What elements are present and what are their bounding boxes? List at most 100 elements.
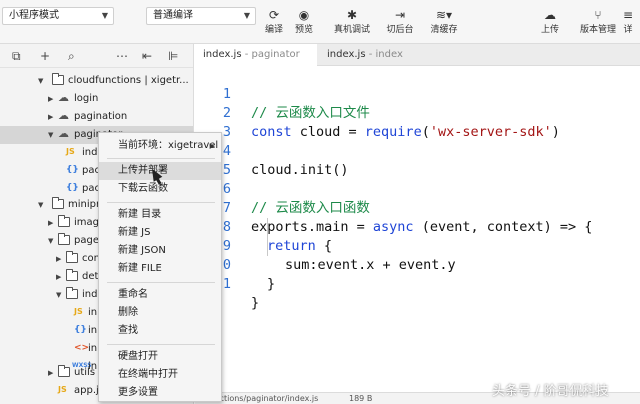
menu-item-new-directory[interactable]: 新建 目录 bbox=[99, 206, 221, 224]
chevron-right-icon: ▶ bbox=[209, 142, 215, 150]
cloud-icon: ☁ bbox=[58, 127, 69, 140]
code-editor[interactable]: 1 // 云函数入口文件 2 const cloud = require('wx… bbox=[195, 66, 640, 392]
chevron-down-icon: ▼ bbox=[38, 77, 44, 85]
tab-label: index.js bbox=[203, 49, 242, 60]
more-icon[interactable]: ⋯ bbox=[116, 48, 128, 64]
menu-item-more-settings[interactable]: 更多设置 bbox=[99, 384, 221, 402]
menu-item-open-terminal[interactable]: 在终端中打开 bbox=[99, 366, 221, 384]
tree-item-label: pagination bbox=[74, 111, 128, 122]
collapse-icon[interactable]: ⇤ bbox=[142, 48, 152, 64]
menu-item-new-json[interactable]: 新建 JSON bbox=[99, 242, 221, 260]
menu-item-label: 删除 bbox=[118, 307, 138, 318]
mode-select[interactable]: 小程序模式 ▼ bbox=[2, 7, 114, 25]
search-icon[interactable]: ⌕ bbox=[68, 48, 75, 64]
remote-debug-label: 真机调试 bbox=[333, 25, 370, 35]
menu-item-label: 更多设置 bbox=[118, 387, 158, 398]
chevron-right-icon: ▶ bbox=[56, 273, 62, 281]
switch-background-icon: ⇥ bbox=[394, 8, 406, 22]
split-icon[interactable]: ⊫ bbox=[168, 48, 178, 64]
background-label: 切后台 bbox=[386, 25, 414, 35]
version-management-label: 版本管理 bbox=[579, 25, 616, 35]
js-file-icon: JS bbox=[66, 147, 75, 156]
tab-sublabel: - paginator bbox=[241, 49, 300, 60]
menu-item-new-file[interactable]: 新建 FILE bbox=[99, 260, 221, 278]
compile-mode-select[interactable]: 普通编译 ▼ bbox=[146, 7, 256, 25]
tree-item-label: utils bbox=[74, 367, 96, 378]
remote-debug-button[interactable]: ✱ 真机调试 bbox=[332, 6, 372, 36]
code-line: 1 // 云函数入口文件 bbox=[195, 66, 370, 121]
code-plain: { bbox=[315, 238, 333, 254]
code-keyword: const bbox=[251, 124, 292, 140]
menu-item-delete[interactable]: 删除 bbox=[99, 304, 221, 322]
markup-file-icon: <> bbox=[74, 343, 90, 353]
chevron-right-icon: ▶ bbox=[48, 95, 54, 103]
code-text: cloud.init() bbox=[251, 162, 349, 178]
folder-icon bbox=[66, 269, 78, 281]
chevron-down-icon: ▼ bbox=[38, 201, 44, 209]
tree-item-label: login bbox=[74, 93, 99, 104]
code-text: } bbox=[267, 276, 276, 292]
tree-item-label: cloudfunctions | xigetr... bbox=[68, 75, 189, 86]
watermark: 头条号 / 阶哥侃科技 bbox=[492, 384, 609, 399]
menu-item-open-disk[interactable]: 硬盘打开 bbox=[99, 348, 221, 366]
code-plain: (event, context) => { bbox=[413, 219, 593, 235]
chevron-down-icon: ▼ bbox=[56, 291, 62, 299]
menu-icon: ≡ bbox=[622, 8, 634, 22]
json-file-icon: {} bbox=[74, 325, 87, 335]
preview-button[interactable]: ◉ 预览 bbox=[284, 6, 324, 36]
code-plain: ) bbox=[551, 124, 560, 140]
folder-icon bbox=[52, 73, 64, 85]
layers-icon: ≋▾ bbox=[435, 8, 453, 22]
background-button[interactable]: ⇥ 切后台 bbox=[380, 6, 420, 36]
version-management-button[interactable]: ⑂ 版本管理 bbox=[578, 6, 618, 36]
code-text: sum:event.x + event.y bbox=[285, 257, 456, 273]
menu-item-current-env[interactable]: 当前环境：xigetravel ▶ bbox=[99, 137, 221, 155]
details-button[interactable]: ≡ 详 bbox=[616, 6, 640, 36]
folder-icon bbox=[58, 365, 70, 377]
menu-separator bbox=[107, 158, 215, 159]
folder-icon bbox=[52, 197, 64, 209]
code-line: 3 bbox=[195, 104, 231, 140]
menu-item-label: 在终端中打开 bbox=[118, 369, 178, 380]
eye-icon: ◉ bbox=[298, 8, 310, 22]
tree-folder-pagination[interactable]: ▶ ☁ pagination bbox=[0, 108, 193, 126]
menu-item-find[interactable]: 查找 bbox=[99, 322, 221, 340]
menu-item-label: 新建 JSON bbox=[118, 245, 166, 256]
compile-mode-value: 普通编译 bbox=[153, 10, 193, 21]
tab-index-js-paginator[interactable]: index.js - paginator bbox=[195, 44, 317, 66]
cloud-upload-icon: ☁ bbox=[544, 8, 556, 22]
status-file-size: 189 B bbox=[349, 394, 373, 403]
chevron-down-icon: ▼ bbox=[48, 237, 54, 245]
cloud-icon: ☁ bbox=[58, 91, 69, 104]
code-line: 2 const cloud = require('wx-server-sdk') bbox=[195, 85, 560, 140]
code-text: return { bbox=[267, 237, 332, 256]
clear-cache-button[interactable]: ≋▾ 清缓存 bbox=[424, 6, 464, 36]
tab-index-js-index[interactable]: index.js - index bbox=[319, 44, 411, 66]
folder-icon bbox=[58, 215, 70, 227]
tree-folder-cloudfunctions[interactable]: ▼ cloudfunctions | xigetr... bbox=[0, 72, 193, 90]
add-icon[interactable]: + bbox=[40, 48, 50, 64]
menu-separator bbox=[107, 344, 215, 345]
explorer-toolbar: ⧉ + ⌕ ⋯ ⇤ ⊫ bbox=[0, 44, 193, 68]
chevron-down-icon: ▼ bbox=[48, 131, 54, 139]
code-plain: cloud = bbox=[291, 124, 365, 140]
bug-icon: ✱ bbox=[346, 8, 358, 22]
code-plain: exports.main = bbox=[251, 219, 373, 235]
chevron-down-icon: ▼ bbox=[101, 11, 108, 20]
upload-label: 上传 bbox=[540, 25, 559, 35]
menu-item-new-js[interactable]: 新建 JS bbox=[99, 224, 221, 242]
code-keyword: return bbox=[267, 238, 316, 254]
mode-select-value: 小程序模式 bbox=[9, 10, 59, 21]
menu-item-rename[interactable]: 重命名 bbox=[99, 286, 221, 304]
chevron-right-icon: ▶ bbox=[48, 369, 54, 377]
tree-folder-login[interactable]: ▶ ☁ login bbox=[0, 90, 193, 108]
folder-icon bbox=[66, 251, 78, 263]
tree-item-label: in bbox=[88, 343, 98, 354]
tab-sublabel: - index bbox=[365, 49, 403, 60]
menu-item-label: 新建 目录 bbox=[118, 209, 162, 220]
menu-item-label: 查找 bbox=[118, 325, 138, 336]
panel-layout-icon[interactable]: ⧉ bbox=[12, 48, 21, 64]
upload-button[interactable]: ☁ 上传 bbox=[530, 6, 570, 36]
details-label: 详 bbox=[623, 25, 633, 35]
json-file-icon: {} bbox=[66, 183, 79, 193]
